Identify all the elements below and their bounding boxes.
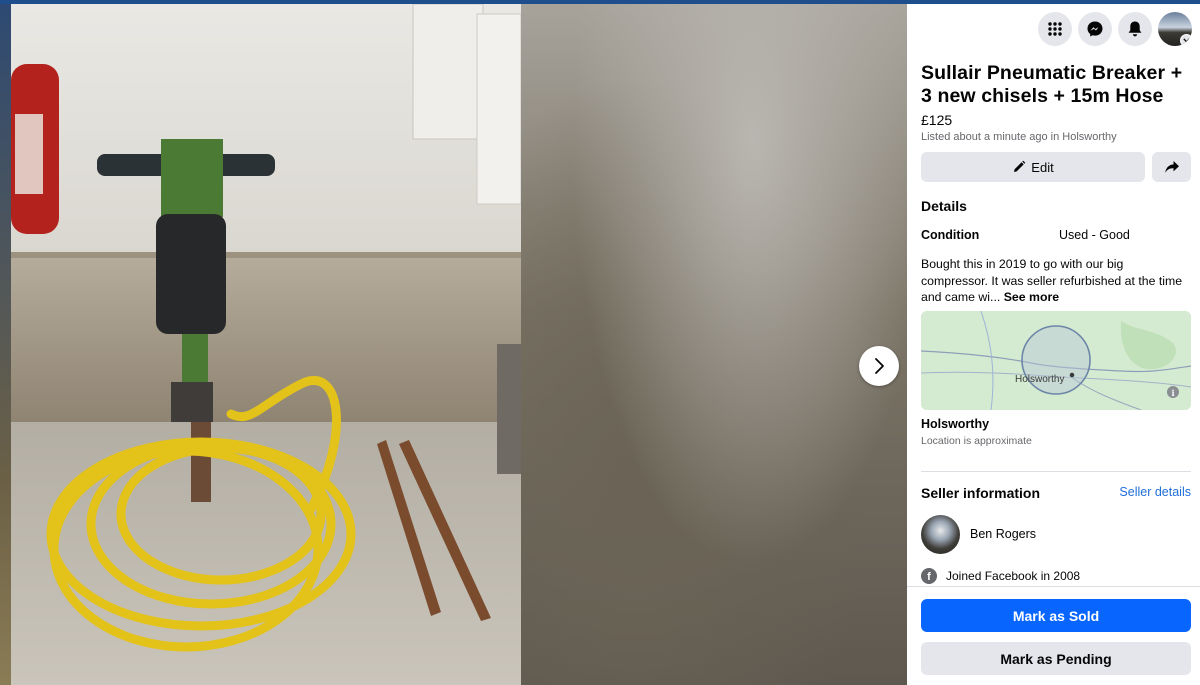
pencil-icon	[1014, 160, 1026, 172]
listing-price: £125	[921, 112, 953, 128]
grid-icon	[1048, 22, 1062, 36]
listing-title: Sullair Pneumatic Breaker + 3 new chisel…	[921, 62, 1183, 107]
facebook-icon: f	[921, 568, 937, 584]
info-icon: i	[1171, 388, 1174, 398]
section-divider	[921, 471, 1191, 472]
location-name: Holsworthy	[921, 417, 990, 431]
map-place-label: Holsworthy	[1015, 374, 1064, 385]
seller-name[interactable]: Ben Rogers	[970, 527, 1036, 541]
edit-button-label: Edit	[1031, 159, 1054, 175]
messenger-icon	[1087, 21, 1103, 37]
see-more-link[interactable]: See more	[1004, 290, 1059, 304]
chevron-down-icon	[1180, 34, 1192, 46]
bell-icon	[1128, 21, 1142, 37]
chevron-right-icon	[875, 358, 884, 374]
notifications-button[interactable]	[1118, 12, 1152, 46]
mark-as-pending-button[interactable]: Mark as Pending	[921, 642, 1191, 675]
seller-avatar[interactable]	[921, 515, 960, 554]
share-icon	[1164, 161, 1179, 173]
share-button[interactable]	[1152, 152, 1191, 182]
header-actions	[1038, 12, 1192, 46]
messenger-button[interactable]	[1078, 12, 1112, 46]
edit-button[interactable]: Edit	[921, 152, 1145, 182]
condition-value: Used - Good	[1059, 228, 1130, 242]
listing-description: Bought this in 2019 to go with our big c…	[921, 256, 1189, 306]
mark-as-sold-button[interactable]: Mark as Sold	[921, 599, 1191, 632]
seller-info-heading: Seller information	[921, 485, 1041, 501]
listing-summary: Sullair Pneumatic Breaker + 3 new chisel…	[921, 62, 1191, 143]
listing-details-panel: Sullair Pneumatic Breaker + 3 new chisel…	[907, 4, 1200, 685]
listing-time-location: Listed about a minute ago in Holsworthy	[921, 131, 1117, 143]
listing-actions: Edit	[921, 152, 1191, 182]
location-note: Location is approximate	[921, 435, 1032, 447]
listing-photo	[11, 4, 521, 685]
menu-button[interactable]	[1038, 12, 1072, 46]
location-map[interactable]: i Holsworthy	[921, 311, 1191, 410]
condition-label: Condition	[921, 228, 980, 242]
listing-footer: Mark as Sold Mark as Pending	[907, 586, 1200, 685]
seller-joined: f Joined Facebook in 2008	[921, 568, 1080, 584]
seller-details-link[interactable]: Seller details	[1119, 485, 1191, 499]
map-illustration: i Holsworthy	[921, 311, 1191, 410]
photo-viewer	[0, 4, 907, 685]
next-photo-button[interactable]	[859, 346, 899, 386]
blurred-background-right	[520, 4, 907, 685]
seller-joined-text: Joined Facebook in 2008	[946, 569, 1081, 583]
listing-photo-illustration	[11, 4, 521, 685]
details-heading: Details	[921, 198, 967, 214]
account-avatar-button[interactable]	[1158, 12, 1192, 46]
